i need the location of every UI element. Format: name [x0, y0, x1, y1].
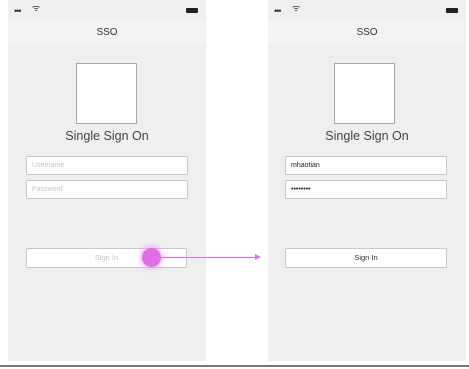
login-screen-empty: ••• ᯤ SSO Single Sign On Username Passwo…: [8, 0, 206, 361]
nav-title: SSO: [8, 20, 206, 45]
divider: [0, 365, 469, 367]
app-title: Single Sign On: [325, 129, 409, 143]
password-input[interactable]: Password: [26, 180, 188, 199]
nav-title: SSO: [268, 20, 466, 45]
app-title: Single Sign On: [65, 129, 149, 143]
sign-in-button[interactable]: Sign In: [285, 248, 447, 268]
username-input[interactable]: Username: [26, 156, 188, 175]
logo-placeholder: [334, 63, 395, 124]
wifi-icon: ᯤ: [32, 3, 41, 13]
battery-icon: [186, 8, 198, 13]
password-input[interactable]: ••••••••: [285, 180, 447, 199]
battery-icon: [446, 8, 458, 13]
signal-icon: •••: [274, 6, 282, 16]
sign-in-button[interactable]: Sign In: [26, 248, 187, 268]
status-bar: ••• ᯤ: [8, 0, 206, 20]
logo-placeholder: [76, 63, 137, 124]
login-screen-filled: ••• ᯤ SSO Single Sign On mhaotian ••••••…: [268, 0, 466, 361]
wifi-icon: ᯤ: [292, 3, 301, 13]
signal-icon: •••: [14, 6, 22, 16]
transition-arrow-line: [157, 257, 258, 258]
status-bar: ••• ᯤ: [268, 0, 466, 20]
arrow-right-icon: [255, 254, 261, 260]
username-input[interactable]: mhaotian: [285, 156, 447, 175]
